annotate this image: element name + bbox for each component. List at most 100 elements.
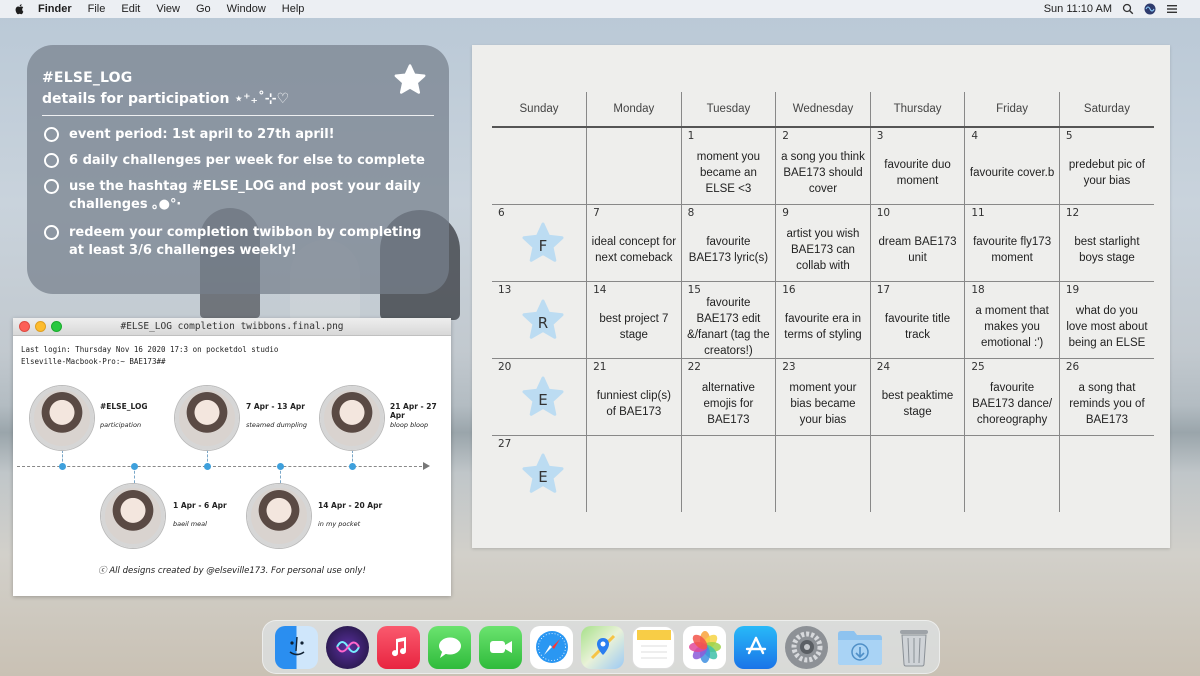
day-number: 21 <box>593 360 607 373</box>
challenge-prompt: best starlight boys stage <box>1074 235 1140 264</box>
twibbon-name: steamed dumpling <box>246 421 308 429</box>
day-number: 13 <box>498 283 512 296</box>
calendar-day-cell <box>775 435 871 512</box>
challenge-prompt: a song that reminds you of BAE173 <box>1069 381 1145 426</box>
clock[interactable]: Sun 11:10 AM <box>1044 3 1112 15</box>
calendar-day-cell <box>964 435 1060 512</box>
circle-bullet-icon <box>44 127 59 142</box>
control-center-icon[interactable] <box>1166 3 1178 15</box>
menu-window[interactable]: Window <box>227 3 266 15</box>
siri-menu-icon[interactable] <box>1144 3 1156 15</box>
calendar-day-cell: 5 predebut pic of your bias <box>1058 127 1154 205</box>
music-icon[interactable] <box>377 625 420 669</box>
challenge-prompt: favourite era in terms of styling <box>784 312 862 341</box>
dock <box>262 620 940 674</box>
day-number: 8 <box>687 206 695 219</box>
calendar-day-cell: 2 a song you think BAE173 should cover <box>775 127 871 205</box>
twibbon-avatar <box>175 386 239 450</box>
panel-subtitle: details for participation ⋆⁺₊˚⊹♡ <box>42 91 290 107</box>
trash-icon[interactable] <box>892 626 935 669</box>
calendar-day-cell <box>586 127 682 205</box>
day-number: 11 <box>971 206 985 219</box>
twibbon-preview-window[interactable]: #ELSE_LOG completion twibbons.final.png … <box>13 318 451 596</box>
siri-icon[interactable] <box>326 625 369 669</box>
challenge-prompt: a song you think BAE173 should cover <box>781 150 865 195</box>
challenge-prompt: favourite BAE173 lyric(s) <box>688 235 769 264</box>
challenge-prompt: ideal concept for next comeback <box>591 235 677 264</box>
spotlight-search-icon[interactable] <box>1122 3 1134 15</box>
calendar-day-cell: 9 artist you wish BAE173 can collab with <box>775 204 871 282</box>
system-preferences-icon[interactable] <box>785 625 828 669</box>
menu-file[interactable]: File <box>88 3 106 15</box>
calendar-week-row: 1 moment you became an ELSE <3 2 a song you… <box>492 127 1154 205</box>
challenge-prompt: favourite duo moment <box>884 158 951 187</box>
calendar-week-row: 20 E 21 funniest clip(s) of BAE173 22 alterna… <box>492 358 1154 436</box>
menu-view[interactable]: View <box>156 3 180 15</box>
safari-icon[interactable] <box>530 625 573 669</box>
terminal-line: Elseville-Macbook-Pro:~ BAE173## <box>21 357 166 366</box>
day-number: 5 <box>1065 130 1073 142</box>
menu-finder[interactable]: Finder <box>38 3 72 15</box>
rule-text: use the hashtag #ELSE_LOG and post your … <box>69 179 421 212</box>
calendar-day-cell: 1 moment you became an ELSE <3 <box>680 127 776 205</box>
challenge-prompt <box>686 452 772 511</box>
weekday-header: Friday <box>964 92 1060 128</box>
calendar-day-cell: 14 best project 7 stage <box>586 281 682 359</box>
timeline-dot <box>204 463 211 470</box>
menu-go[interactable]: Go <box>196 3 211 15</box>
close-window-button[interactable] <box>19 321 30 332</box>
panel-divider <box>42 115 434 116</box>
menu-help[interactable]: Help <box>282 3 305 15</box>
twibbon-date: 14 Apr - 20 Apr <box>318 501 383 510</box>
list-item: use the hashtag #ELSE_LOG and post your … <box>42 178 433 214</box>
calendar-day-cell <box>492 127 587 205</box>
star-letter: R <box>537 313 549 332</box>
star-letter: E <box>538 390 548 409</box>
weekday-header: Sunday <box>492 92 587 128</box>
app-store-icon[interactable] <box>734 625 777 669</box>
zoom-window-button[interactable] <box>51 321 62 332</box>
list-item: event period: 1st april to 27th april! <box>42 126 433 144</box>
list-item: 6 daily challenges per week for else to … <box>42 152 433 170</box>
day-number: 4 <box>971 130 978 142</box>
star-letter: E <box>538 467 548 486</box>
day-number: 20 <box>498 360 512 373</box>
calendar-day-cell <box>680 435 776 512</box>
facetime-icon[interactable] <box>479 625 522 669</box>
notes-icon[interactable] <box>632 625 675 669</box>
photos-icon[interactable] <box>683 625 726 669</box>
window-titlebar[interactable]: #ELSE_LOG completion twibbons.final.png <box>13 318 451 336</box>
maps-icon[interactable] <box>581 625 624 669</box>
challenge-prompt <box>875 452 961 511</box>
challenge-prompt: moment your bias became your bias <box>789 381 857 426</box>
challenge-prompt: best project 7 stage <box>599 312 669 341</box>
circle-bullet-icon <box>44 153 59 168</box>
apple-menu-icon[interactable] <box>14 3 26 15</box>
finder-icon[interactable] <box>275 625 318 669</box>
downloads-folder-icon[interactable] <box>836 626 884 669</box>
calendar-day-cell: 24 best peaktime stage <box>869 358 965 436</box>
timeline-dot <box>277 463 284 470</box>
day-number: 25 <box>971 360 985 373</box>
day-number: 6 <box>498 206 505 219</box>
calendar-day-cell <box>586 435 682 512</box>
twibbon-date: 1 Apr - 6 Apr <box>173 501 227 510</box>
challenge-prompt: funniest clip(s) of BAE173 <box>596 389 671 418</box>
messages-icon[interactable] <box>428 625 471 669</box>
credit-text: ⓒ All designs created by @elseville173. … <box>98 566 366 576</box>
weekday-header: Thursday <box>869 92 965 128</box>
challenge-prompt: favourite BAE173 edit &/fanart (tag the … <box>687 296 770 357</box>
star-badge: F <box>520 221 566 267</box>
minimize-window-button[interactable] <box>35 321 46 332</box>
star-letter: F <box>538 236 548 255</box>
menu-edit[interactable]: Edit <box>121 3 140 15</box>
day-number: 1 <box>687 130 695 142</box>
calendar-day-cell: 17 favourite title track <box>869 281 965 359</box>
timeline-dot <box>131 463 138 470</box>
calendar-day-cell <box>869 435 965 512</box>
weekday-header: Monday <box>586 92 682 128</box>
calendar-week-row: 13 R 14 best project 7 stage 15 favourite BAE… <box>492 281 1154 359</box>
weekday-header: Saturday <box>1058 92 1154 128</box>
day-number: 14 <box>593 283 607 296</box>
challenge-prompt: best peaktime stage <box>881 389 954 418</box>
